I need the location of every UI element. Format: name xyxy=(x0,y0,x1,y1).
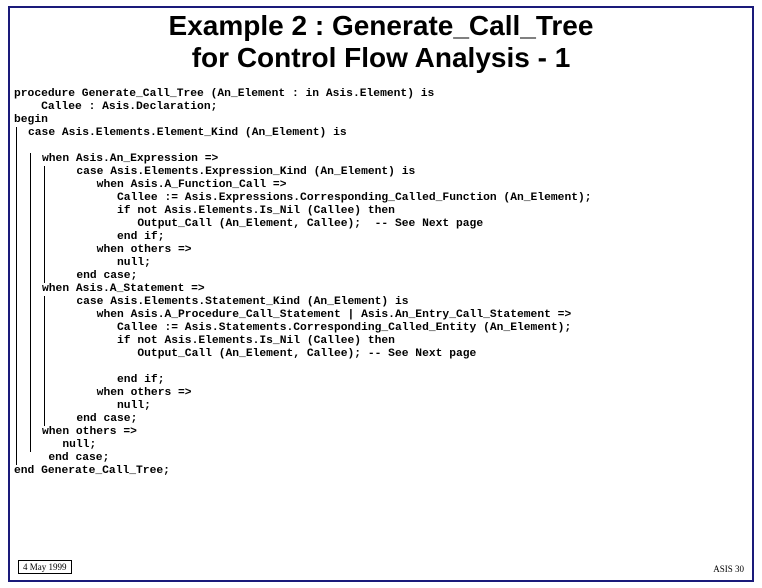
slide-border xyxy=(8,6,754,582)
footer-date: 4 May 1999 xyxy=(18,560,72,574)
footer-page-number: ASIS 30 xyxy=(713,564,744,574)
